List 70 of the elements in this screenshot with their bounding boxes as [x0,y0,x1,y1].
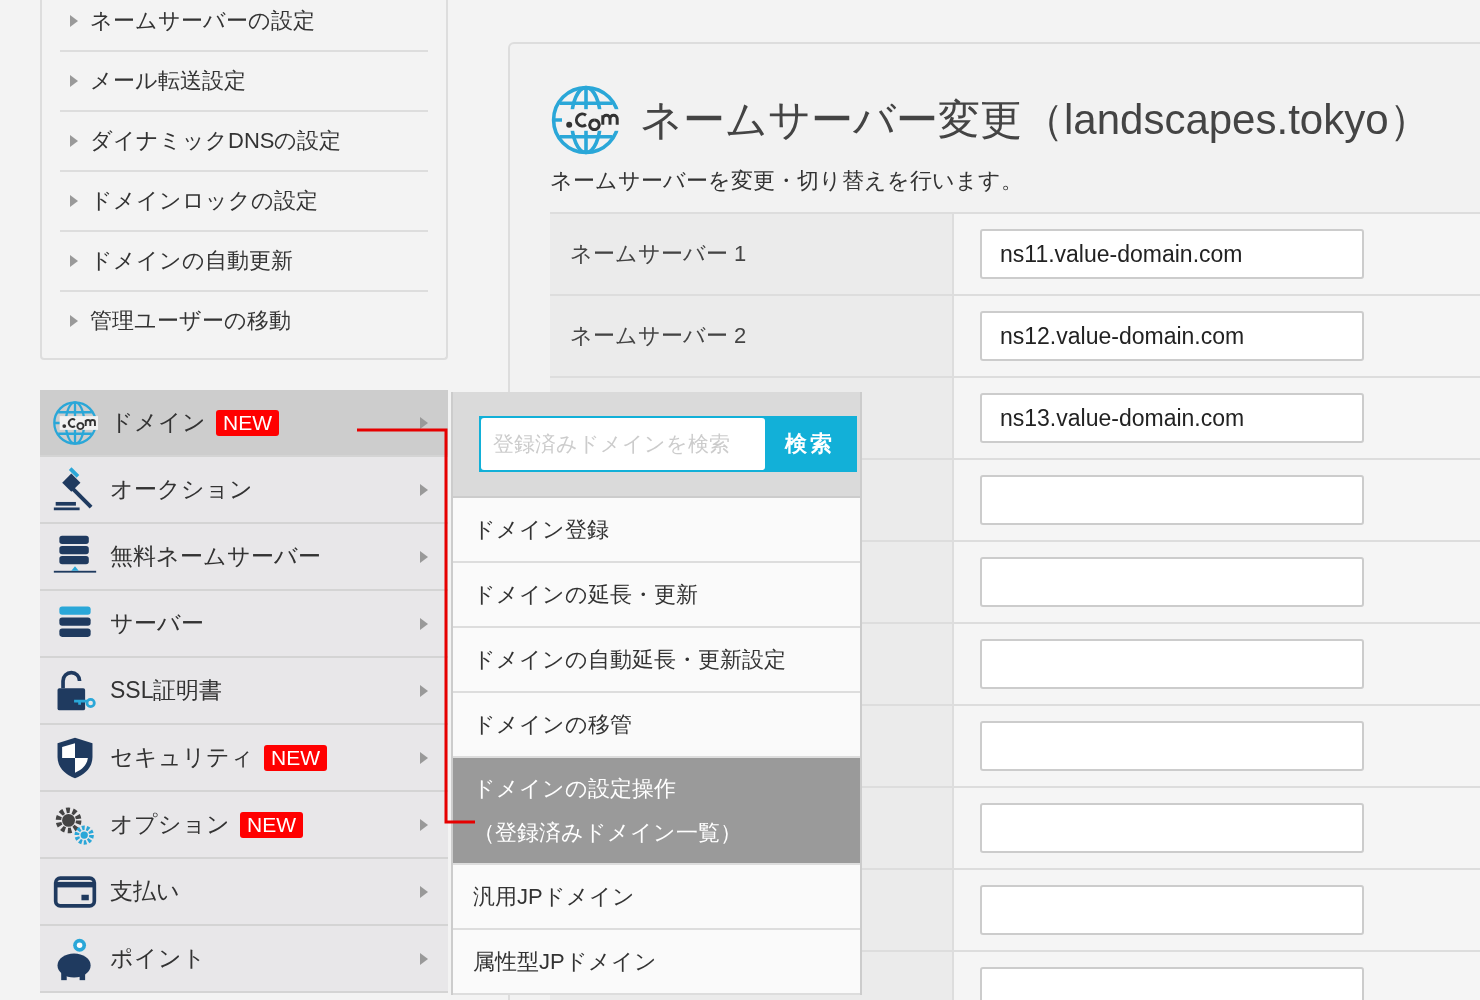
menu-label: SSL証明書 [110,676,223,705]
settings-link[interactable]: ダイナミックDNSの設定 [60,112,428,172]
menu-label: ドメイン [110,408,206,437]
settings-link[interactable]: ドメインの自動更新 [60,232,428,292]
new-badge: NEW [264,744,327,771]
nameserver-field[interactable] [980,639,1364,689]
settings-link[interactable]: ネームサーバーの設定 [60,0,428,52]
settings-link[interactable]: 管理ユーザーの移動 [60,292,428,350]
settings-link-label: ドメインの自動更新 [90,247,293,275]
caret-icon [420,818,428,831]
submenu-note: （登録済みドメイン一覧） [473,818,743,847]
nameserver-field[interactable]: ns12.value-domain.com [980,311,1364,361]
submenu-item[interactable]: 属性型JPドメイン [453,930,860,995]
nameserver-field[interactable]: ns11.value-domain.com [980,229,1364,279]
nameserver-field[interactable] [980,557,1364,607]
nameserver-field[interactable] [980,885,1364,935]
caret-icon [420,952,428,965]
nameserver-field[interactable] [980,721,1364,771]
menu-label: サーバー [110,609,204,638]
menu-item[interactable]: SSL証明書 [40,658,448,725]
settings-link-label: 管理ユーザーの移動 [90,307,291,335]
caret-icon [70,315,78,327]
settings-link-label: ネームサーバーの設定 [90,7,315,35]
caret-icon [420,617,428,630]
caret-icon [70,15,78,27]
caret-icon [70,195,78,207]
menu-label: セキュリティ [110,743,254,772]
settings-link-label: ドメインロックの設定 [90,187,318,215]
menu-item[interactable]: オークション [40,457,448,524]
caret-icon [70,75,78,87]
menu-label: ポイント [110,944,206,973]
settings-link[interactable]: ドメインロックの設定 [60,172,428,232]
menu-label: 無料ネームサーバー [110,542,321,571]
settings-link-label: メール転送設定 [90,67,246,95]
page-subtitle: ネームサーバーを変更・切り替えを行います。 [550,167,1024,195]
settings-link[interactable]: メール転送設定 [60,52,428,112]
menu-item[interactable]: サーバー [40,591,448,658]
globe-icon [50,399,100,446]
menu-item[interactable]: ポイント [40,926,448,993]
new-badge: NEW [216,409,279,436]
caret-icon [420,885,428,898]
menu-item[interactable]: 支払い [40,859,448,926]
row-label: ネームサーバー 2 [570,322,747,350]
caret-icon [420,416,428,429]
caret-icon [70,135,78,147]
menu-item[interactable]: セキュリティ NEW [40,725,448,792]
menu-item[interactable]: 無料ネームサーバー [40,524,448,591]
nameserver-field[interactable]: ns13.value-domain.com [980,393,1364,443]
menu-label: 支払い [110,877,180,906]
menu-item[interactable]: ドメイン NEW [40,390,448,457]
submenu-label: ドメインの設定操作 [473,774,677,803]
caret-icon [420,483,428,496]
settings-link-label: ダイナミックDNSの設定 [90,127,342,155]
caret-icon [70,255,78,267]
menu-label: オークション [110,475,253,504]
submenu-item[interactable]: 汎用JPドメイン [453,865,860,930]
menu-item[interactable]: オプション NEW [40,792,448,859]
submenu-item[interactable]: ドメインの自動延長・更新設定 [453,628,860,693]
nameserver-field[interactable] [980,803,1364,853]
submenu-item[interactable]: ドメインの延長・更新 [453,563,860,628]
globe-icon [550,84,622,156]
page-title: ネームサーバー変更（landscapes.tokyo） [640,95,1431,145]
nameserver-field[interactable] [980,475,1364,525]
menu-label: オプション [110,810,230,839]
caret-icon [420,550,428,563]
caret-icon [420,751,428,764]
submenu-item[interactable]: ドメイン登録 [453,498,860,563]
new-badge: NEW [240,811,303,838]
row-label: ネームサーバー 1 [570,240,747,268]
caret-icon [420,684,428,697]
